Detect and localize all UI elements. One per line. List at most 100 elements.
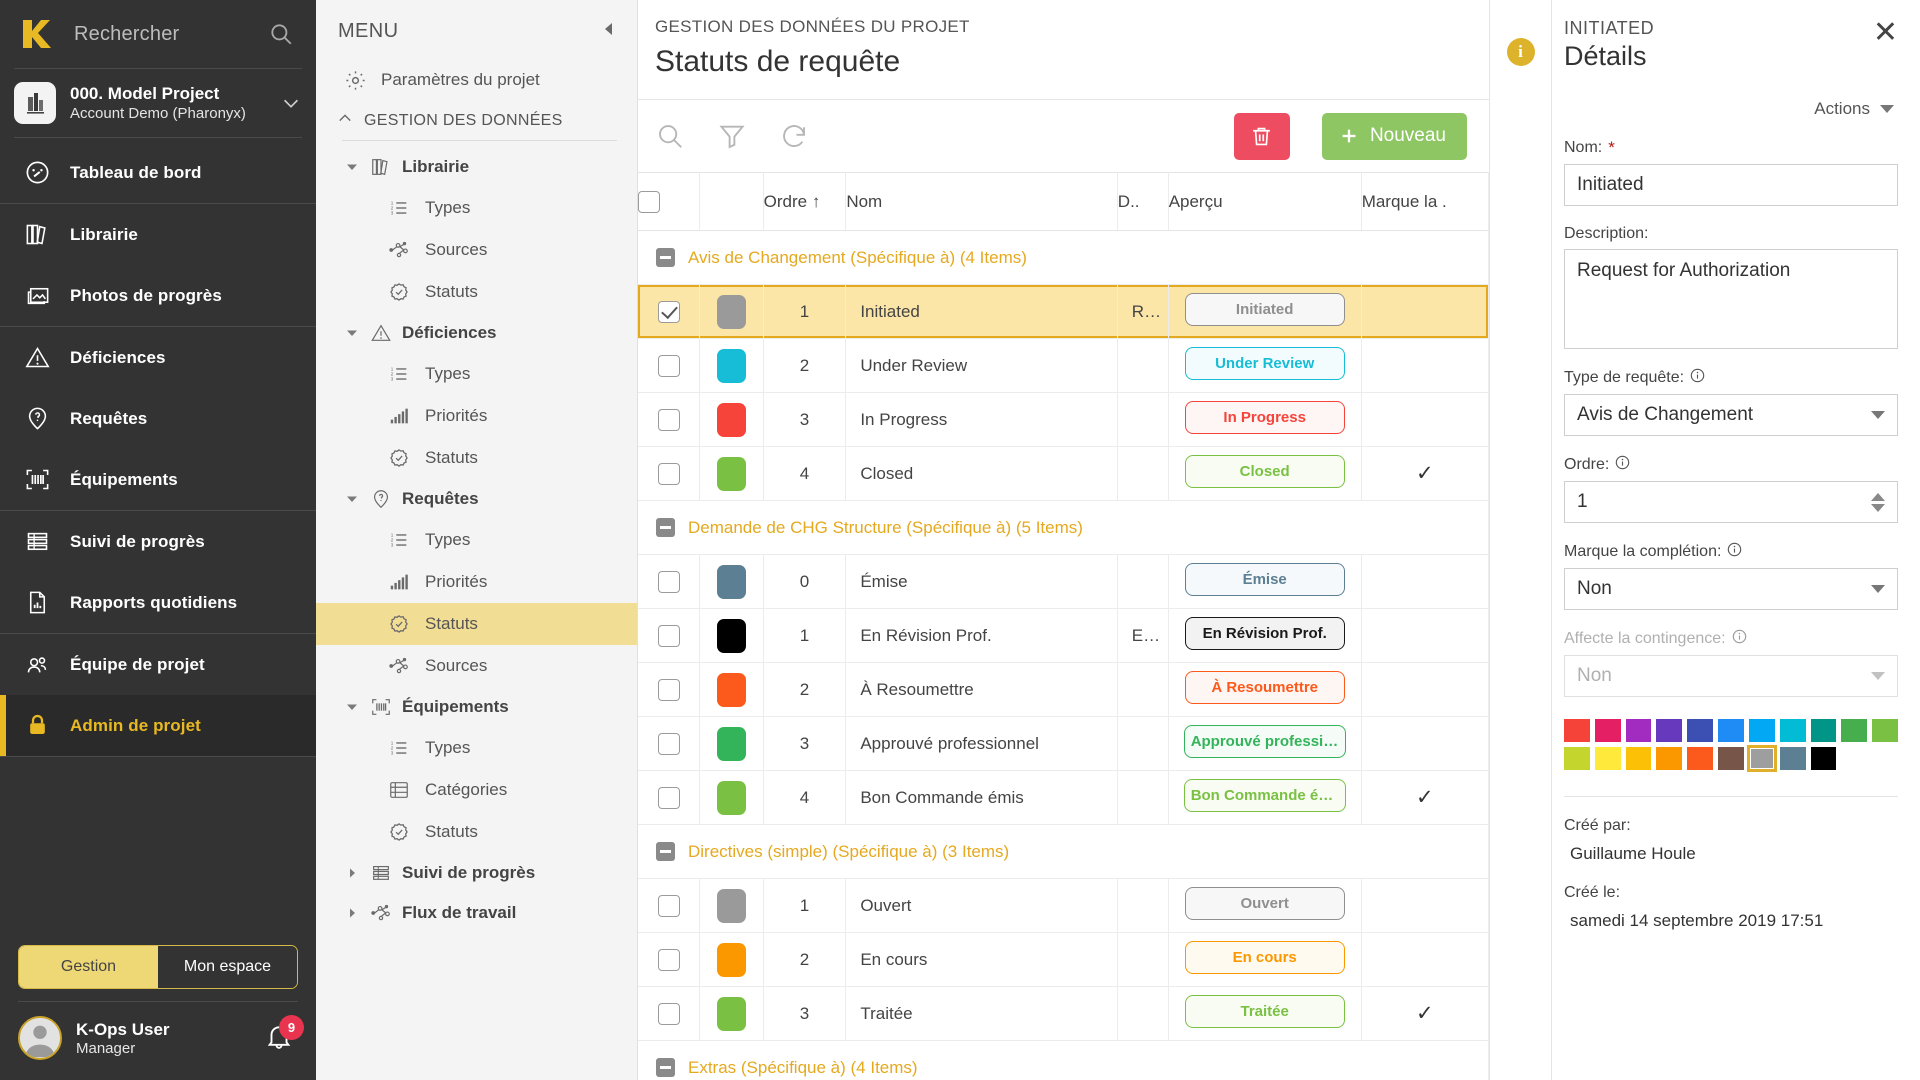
new-button[interactable]: Nouveau [1321, 112, 1467, 160]
menu-node-requetes[interactable]: Requêtes [316, 479, 637, 519]
palette-swatch[interactable] [1718, 719, 1744, 742]
menu-leaf-requetes-types[interactable]: 123 Types [316, 519, 637, 561]
palette-swatch[interactable] [1779, 747, 1806, 770]
table-row[interactable]: 3 In Progress In Progress [638, 392, 1489, 447]
collapse-group-icon[interactable] [656, 518, 675, 537]
palette-swatch[interactable] [1810, 747, 1837, 770]
group-header-row[interactable]: Extras (Spécifique à) (4 Items) [638, 1040, 1489, 1080]
row-checkbox-cell[interactable] [638, 932, 700, 987]
sidebar-item-requetes[interactable]: Requêtes [0, 388, 316, 449]
sidebar-item-rapports-quotidiens[interactable]: Rapports quotidiens [0, 572, 316, 633]
menu-node-suivi-de-progres[interactable]: Suivi de progrès [316, 853, 637, 893]
palette-swatch[interactable] [1779, 719, 1806, 742]
row-checkbox[interactable] [657, 300, 680, 323]
collapse-group-icon[interactable] [656, 842, 675, 861]
row-checkbox-cell[interactable] [638, 608, 700, 663]
group-header-row[interactable]: Directives (simple) (Spécifique à) (3 It… [638, 824, 1489, 879]
sidebar-item-suivi-de-progres[interactable]: Suivi de progrès [0, 511, 316, 572]
sidebar-item-admin-de-projet[interactable]: Admin de projet [0, 695, 316, 756]
menu-leaf-requetes-sources[interactable]: Sources [316, 645, 637, 687]
row-checkbox[interactable] [657, 570, 680, 593]
palette-swatch[interactable] [1687, 719, 1714, 742]
search-input[interactable]: Rechercher [58, 23, 268, 46]
info-tooltip-icon[interactable] [1615, 455, 1630, 475]
column-header-description[interactable]: D.. [1117, 172, 1169, 231]
palette-swatch[interactable] [1625, 719, 1652, 742]
row-checkbox-cell[interactable] [638, 446, 700, 501]
type-de-requete-select[interactable]: Avis de Changement [1564, 394, 1898, 436]
menu-leaf-deficiences-statuts[interactable]: Statuts [316, 437, 637, 479]
palette-swatch[interactable] [1748, 719, 1775, 742]
menu-leaf-equipements-types[interactable]: 123 Types [316, 727, 637, 769]
row-checkbox[interactable] [657, 732, 680, 755]
menu-leaf-librairie-statuts[interactable]: Statuts [316, 271, 637, 313]
actions-dropdown[interactable]: Actions [1564, 72, 1898, 119]
info-tooltip-icon[interactable] [1690, 368, 1705, 388]
table-row[interactable]: 2À Resoumettre À Resoumettre [638, 662, 1489, 717]
select-all-header[interactable] [638, 172, 700, 231]
table-row[interactable]: 1 Initiated R… Initiated [638, 284, 1489, 339]
ordre-stepper[interactable]: 1 [1564, 481, 1898, 523]
row-checkbox-cell[interactable] [638, 986, 700, 1041]
palette-swatch[interactable] [1841, 719, 1868, 742]
refresh-icon[interactable] [779, 121, 809, 151]
table-row[interactable]: 4 Bon Commande émis Bon Commande émis ✓ [638, 770, 1489, 825]
row-checkbox-cell[interactable] [638, 392, 700, 447]
description-field[interactable]: Request for Authorization [1564, 249, 1898, 349]
table-row[interactable]: 4 Closed Closed ✓ [638, 446, 1489, 501]
sidebar-item-librairie[interactable]: Librairie [0, 204, 316, 265]
table-row[interactable]: 1 Ouvert Ouvert [638, 878, 1489, 933]
notifications-button[interactable]: 9 [264, 1015, 304, 1055]
row-checkbox[interactable] [657, 678, 680, 701]
delete-button[interactable] [1233, 112, 1290, 160]
row-checkbox[interactable] [657, 624, 680, 647]
table-row[interactable]: 1 En Révision Prof. E… En Révision Prof. [638, 608, 1489, 663]
menu-leaf-equipements-categories[interactable]: Catégories [316, 769, 637, 811]
row-checkbox[interactable] [657, 354, 680, 377]
collapse-group-icon[interactable] [656, 248, 675, 267]
table-row[interactable]: 2 Under Review Under Review [638, 338, 1489, 393]
menu-leaf-librairie-sources[interactable]: Sources [316, 229, 637, 271]
toggle-gestion[interactable]: Gestion [19, 946, 158, 988]
row-checkbox[interactable] [657, 786, 680, 809]
palette-swatch[interactable] [1625, 747, 1652, 770]
palette-swatch[interactable] [1810, 719, 1837, 742]
palette-swatch[interactable] [1594, 747, 1621, 770]
table-row[interactable]: 3 Traitée Traitée ✓ [638, 986, 1489, 1041]
sidebar-item-deficiences[interactable]: Déficiences [0, 327, 316, 388]
column-header-marque[interactable]: Marque la . [1361, 172, 1489, 231]
palette-swatch[interactable] [1656, 747, 1683, 770]
project-selector[interactable]: 000. Model Project Account Demo (Pharony… [0, 69, 316, 137]
menu-section-gestion-des-donnees[interactable]: GESTION DES DONNÉES [316, 101, 637, 138]
toggle-mon-espace[interactable]: Mon espace [158, 946, 297, 988]
row-checkbox-cell[interactable] [638, 662, 700, 717]
row-checkbox-cell[interactable] [638, 284, 700, 339]
row-checkbox-cell[interactable] [638, 554, 700, 609]
sidebar-search-bar[interactable]: Rechercher [0, 0, 316, 68]
sidebar-item-tableau-de-bord[interactable]: Tableau de bord [0, 142, 316, 203]
row-checkbox[interactable] [657, 462, 680, 485]
row-checkbox-cell[interactable] [638, 338, 700, 393]
select-all-checkbox[interactable] [638, 190, 660, 213]
palette-swatch[interactable] [1564, 719, 1590, 742]
workspace-toggle[interactable]: Gestion Mon espace [18, 945, 298, 989]
menu-leaf-deficiences-types[interactable]: 123 Types [316, 353, 637, 395]
menu-leaf-requetes-priorites[interactable]: Priorités [316, 561, 637, 603]
stepper-arrows-icon[interactable] [1871, 492, 1885, 512]
row-checkbox-cell[interactable] [638, 770, 700, 825]
info-tooltip-icon[interactable] [1732, 629, 1747, 649]
info-icon[interactable]: i [1506, 38, 1535, 66]
menu-leaf-deficiences-priorites[interactable]: Priorités [316, 395, 637, 437]
menu-leaf-librairie-types[interactable]: 123 Types [316, 187, 637, 229]
row-checkbox[interactable] [657, 408, 680, 431]
column-header-nom[interactable]: Nom [845, 172, 1118, 231]
close-icon[interactable]: ✕ [1873, 18, 1898, 48]
row-checkbox-cell[interactable] [638, 716, 700, 771]
chevron-left-icon[interactable] [601, 21, 617, 42]
column-header-ordre[interactable]: Ordre ↑ [763, 172, 847, 231]
menu-item-parametres-du-projet[interactable]: Paramètres du projet [316, 59, 637, 101]
marque-completion-select[interactable]: Non [1564, 568, 1898, 610]
menu-node-deficiences[interactable]: Déficiences [316, 313, 637, 353]
row-checkbox[interactable] [657, 1002, 680, 1025]
palette-swatch[interactable] [1687, 747, 1714, 770]
